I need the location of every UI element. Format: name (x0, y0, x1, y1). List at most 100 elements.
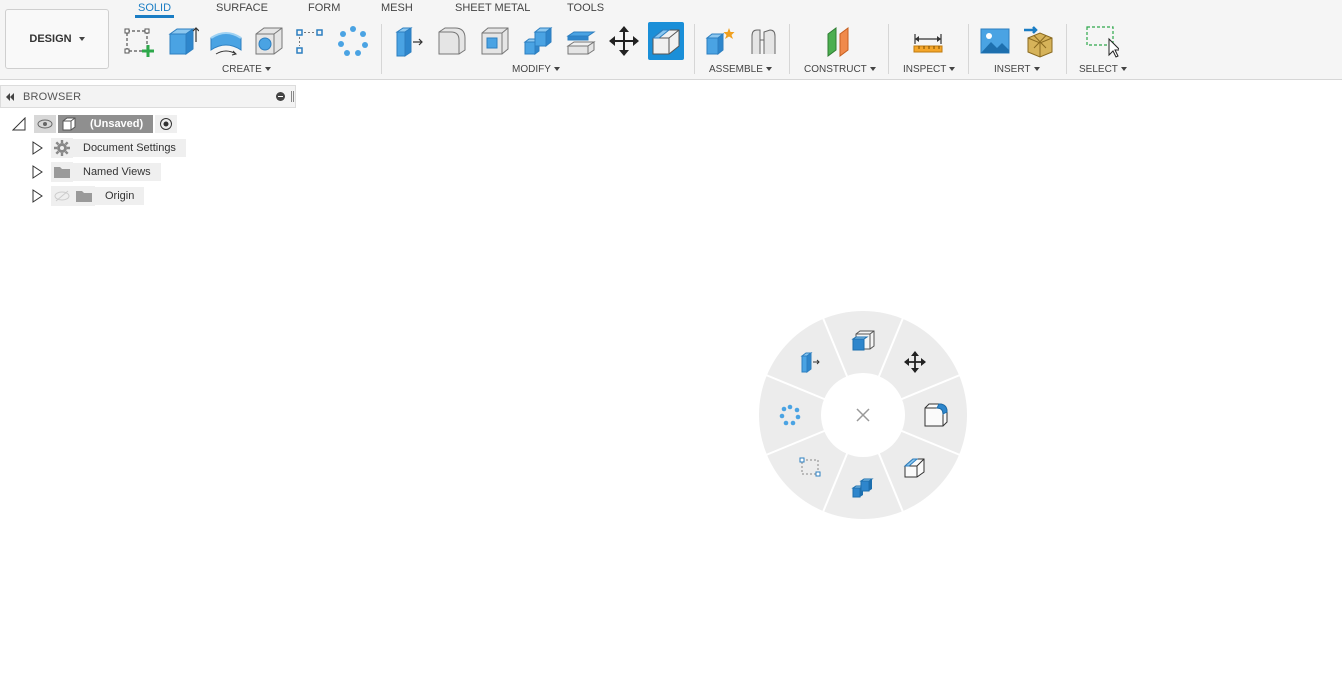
chamfer-icon (651, 29, 680, 55)
toolbar-divider (968, 24, 969, 74)
extrude-button[interactable] (164, 22, 200, 60)
sketch-icon (124, 28, 154, 57)
tree-item-label: Named Views (73, 163, 161, 181)
joint-button[interactable] (745, 22, 781, 60)
component-icon (58, 115, 80, 133)
toolbar-divider (1066, 24, 1067, 74)
circular-pattern-icon (338, 26, 368, 56)
marking-menu-new-component[interactable] (849, 328, 877, 356)
assemble-menu[interactable]: ASSEMBLE (709, 64, 772, 75)
tree-item-origin[interactable]: Origin (30, 186, 145, 206)
folder-icon (73, 186, 95, 206)
chevron-down-icon (765, 67, 772, 72)
marking-menu-combine[interactable] (849, 474, 877, 502)
marking-menu-pattern[interactable] (776, 401, 804, 429)
move-copy-button[interactable] (606, 22, 642, 60)
inspect-menu[interactable]: INSPECT (903, 64, 956, 75)
tree-root-row[interactable]: (Unsaved) (12, 114, 178, 134)
offset-plane-button[interactable] (821, 22, 857, 60)
fillet-button[interactable] (434, 22, 470, 60)
tab-form[interactable]: FORM (308, 2, 340, 14)
workspace-switcher-button[interactable]: DESIGN (5, 9, 109, 69)
construct-menu[interactable]: CONSTRUCT (804, 64, 876, 75)
insert-mesh-button[interactable] (1021, 22, 1057, 60)
toolbar-divider (888, 24, 889, 74)
fillet-icon (438, 27, 466, 55)
select-menu[interactable]: SELECT (1079, 64, 1127, 75)
tab-mesh[interactable]: MESH (381, 2, 413, 14)
expand-arrow-icon[interactable] (30, 141, 44, 155)
press-pull-button[interactable] (390, 22, 426, 60)
tree-item-named-views[interactable]: Named Views (30, 162, 161, 182)
revolve-button[interactable] (208, 22, 244, 60)
folder-icon (51, 162, 73, 182)
minimize-icon[interactable] (276, 92, 285, 101)
modify-menu[interactable]: MODIFY (512, 64, 560, 75)
collapse-panel-icon[interactable] (5, 92, 15, 102)
press-pull-icon (800, 352, 820, 373)
close-icon (856, 408, 870, 422)
marking-menu (758, 310, 968, 520)
assemble-menu-label: ASSEMBLE (709, 64, 763, 75)
panel-grip-icon[interactable] (291, 91, 294, 102)
create-sketch-button[interactable] (121, 22, 157, 60)
construct-plane-icon (827, 27, 849, 57)
expand-collapse-icon[interactable] (12, 117, 26, 131)
replace-face-button[interactable] (563, 22, 599, 60)
move-icon (904, 351, 926, 373)
insert-menu[interactable]: INSERT (994, 64, 1040, 75)
combine-icon (523, 26, 553, 55)
chevron-down-icon (869, 67, 876, 72)
chamfer-icon (903, 458, 925, 478)
rectangular-pattern-button[interactable] (292, 22, 328, 60)
toolbar-divider (381, 24, 382, 74)
rectangular-pattern-icon (296, 29, 323, 54)
marking-menu-sketch[interactable] (796, 454, 824, 482)
joint-icon (751, 29, 776, 54)
tab-tools[interactable]: TOOLS (567, 2, 604, 14)
gear-icon (51, 138, 73, 158)
create-menu[interactable]: CREATE (222, 64, 271, 75)
move-icon (609, 26, 639, 56)
hidden-eye-icon[interactable] (51, 186, 73, 206)
root-component-label: (Unsaved) (80, 115, 154, 133)
hole-button[interactable] (251, 22, 287, 60)
canvas-button[interactable] (977, 22, 1013, 60)
chevron-down-icon (1120, 67, 1127, 72)
expand-arrow-icon[interactable] (30, 189, 44, 203)
visibility-eye-icon[interactable] (34, 115, 56, 133)
circular-pattern-button[interactable] (335, 22, 371, 60)
combine-icon (851, 478, 874, 498)
tab-solid[interactable]: SOLID (134, 2, 175, 18)
shell-button[interactable] (477, 22, 513, 60)
tab-surface[interactable]: SURFACE (216, 2, 268, 14)
select-window-icon (1086, 26, 1119, 58)
align-button[interactable] (648, 22, 684, 60)
activate-radio-icon[interactable] (155, 115, 178, 133)
browser-title: BROWSER (23, 90, 82, 103)
replace-face-icon (566, 31, 596, 55)
combine-button[interactable] (520, 22, 556, 60)
marking-menu-move[interactable] (901, 348, 929, 376)
marking-menu-fillet[interactable] (922, 401, 950, 429)
marking-menu-close[interactable] (849, 401, 877, 429)
toolbar: DESIGN SOLID SURFACE FORM MESH SHEET MET… (0, 0, 1342, 80)
revolve-icon (210, 32, 242, 56)
chevron-down-icon (949, 67, 956, 72)
construct-menu-label: CONSTRUCT (804, 64, 867, 75)
insert-menu-label: INSERT (994, 64, 1031, 75)
marking-menu-press-pull[interactable] (796, 348, 824, 376)
expand-arrow-icon[interactable] (30, 165, 44, 179)
tree-item-document-settings[interactable]: Document Settings (30, 138, 186, 158)
measure-button[interactable] (910, 22, 946, 60)
hole-icon (255, 27, 283, 55)
new-component-button[interactable] (702, 22, 738, 60)
marking-menu-chamfer[interactable] (901, 454, 929, 482)
workspace-label: DESIGN (29, 33, 72, 45)
browser-panel-header: BROWSER (0, 85, 296, 108)
inspect-menu-label: INSPECT (903, 64, 947, 75)
new-component-icon (851, 330, 875, 351)
tab-sheet-metal[interactable]: SHEET METAL (455, 2, 530, 14)
chevron-down-icon (78, 37, 85, 41)
window-select-button[interactable] (1083, 22, 1119, 60)
